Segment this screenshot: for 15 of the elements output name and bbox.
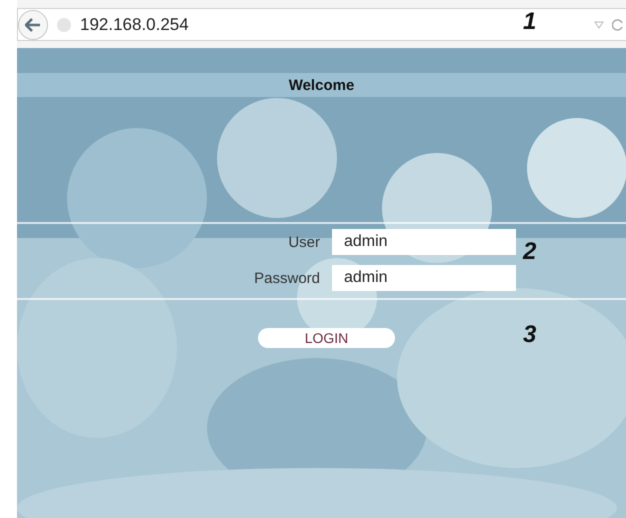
url-text: 192.168.0.254	[80, 14, 189, 34]
dropdown-triangle-icon[interactable]	[594, 20, 604, 28]
callout-number: 1	[523, 8, 536, 36]
field-label: Password	[253, 270, 320, 286]
login-button[interactable]: LOGIN	[258, 328, 395, 348]
callout-number: 2	[523, 238, 536, 266]
input-field[interactable]: admin	[332, 265, 516, 291]
page-title: Welcome	[288, 76, 354, 94]
reload-icon[interactable]	[612, 18, 624, 30]
back-arrow-icon	[25, 18, 41, 32]
field-label: User	[287, 234, 320, 250]
callout-number: 3	[523, 321, 536, 349]
back-button[interactable]	[18, 10, 48, 40]
input-field[interactable]: admin	[332, 229, 516, 255]
globe-icon	[56, 16, 72, 32]
